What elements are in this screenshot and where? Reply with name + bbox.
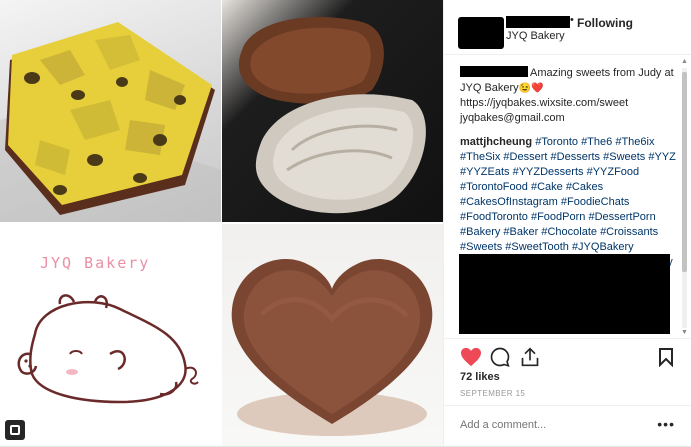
separator-dot: • [570,14,574,26]
hashtag-link[interactable]: #Baker [503,226,538,238]
avatar-redacted[interactable] [458,17,504,49]
like-heart-icon[interactable] [460,347,482,367]
hashtag-link[interactable]: #Croissants [600,226,658,238]
hashtag-link[interactable]: #Cakes [566,181,603,193]
hashtag-link[interactable]: #Cake [531,181,563,193]
scrollbar[interactable]: ▲ ▼ [680,58,689,338]
scroll-up-icon[interactable]: ▲ [681,58,688,65]
comment-author[interactable]: mattjhcheung [460,136,532,148]
comment-icon[interactable] [490,347,510,367]
hashtag-link[interactable]: #The6ix [615,136,654,148]
post-media-collage[interactable]: JYQ Bakery [0,0,443,446]
location-link[interactable]: JYQ Bakery [506,30,565,42]
comment-bar: ••• [444,405,691,447]
scroll-down-icon[interactable]: ▼ [681,329,688,336]
hashtag-link[interactable]: #Bakery [460,226,500,238]
email-text: jyqbakes@gmail.com [460,112,565,124]
hashtag-link[interactable]: #Desserts [551,151,601,163]
hashtag-link[interactable]: #FoodieChats [561,196,630,208]
hashtag-link[interactable]: #Sweets [460,241,502,253]
following-button[interactable]: Following [577,16,633,30]
scrollbar-thumb[interactable] [682,72,687,272]
hashtag-link[interactable]: #The6 [581,136,612,148]
photo-heart-cake [222,224,443,446]
save-bookmark-icon[interactable] [658,347,674,367]
hashtag-link[interactable]: #JYQBakery [572,241,634,253]
hashtag-link[interactable]: #YYZEats [460,166,510,178]
photo-yellow-cake [0,0,221,222]
redacted-comment-block [459,254,670,334]
hashtag-comment: mattjhcheung #Toronto #The6 #The6ix #The… [460,135,676,270]
share-icon[interactable] [520,347,540,367]
caption-author-redacted[interactable] [460,66,528,77]
hashtag-link[interactable]: #YYZ [648,151,676,163]
wink-heart-emoji: 😉❤️ [518,83,544,94]
hashtag-link[interactable]: #FoodPorn [531,211,585,223]
hashtag-link[interactable]: #DessertPorn [588,211,655,223]
comment-input[interactable] [460,419,650,431]
post-header: • Following JYQ Bakery [444,0,691,55]
hashtag-link[interactable]: #FoodToronto [460,211,528,223]
post-date[interactable]: SEPTEMBER 15 [460,389,525,398]
hashtag-link[interactable]: #YYZDesserts [513,166,584,178]
hashtag-link[interactable]: #Dessert [503,151,547,163]
multiple-photos-icon[interactable] [5,420,25,440]
hashtag-link[interactable]: #YYZFood [587,166,640,178]
photo-bakery-logo: JYQ Bakery [0,224,221,446]
pig-illustration [17,294,199,404]
username-redacted[interactable] [506,16,570,28]
hashtag-link[interactable]: #Sweets [603,151,645,163]
post-caption: Amazing sweets from Judy at JYQ Bakery😉❤… [460,66,676,126]
hashtag-link[interactable]: #TorontoFood [460,181,528,193]
more-options-icon[interactable]: ••• [657,416,675,432]
photo-croissants [222,0,443,222]
hashtag-list: #Toronto #The6 #The6ix #TheSix #Dessert … [460,136,676,268]
hashtag-link[interactable]: #Chocolate [541,226,597,238]
hashtag-link[interactable]: #TheSix [460,151,500,163]
post-side-panel: • Following JYQ Bakery Amazing sweets fr… [443,0,691,446]
likes-count[interactable]: 72 likes [460,371,500,383]
hashtag-link[interactable]: #SweetTooth [505,241,569,253]
website-link[interactable]: https://jyqbakes.wixsite.com/sweet [460,97,628,109]
hashtag-link[interactable]: #Toronto [535,136,578,148]
hashtag-link[interactable]: #CakesOfInstagram [460,196,558,208]
